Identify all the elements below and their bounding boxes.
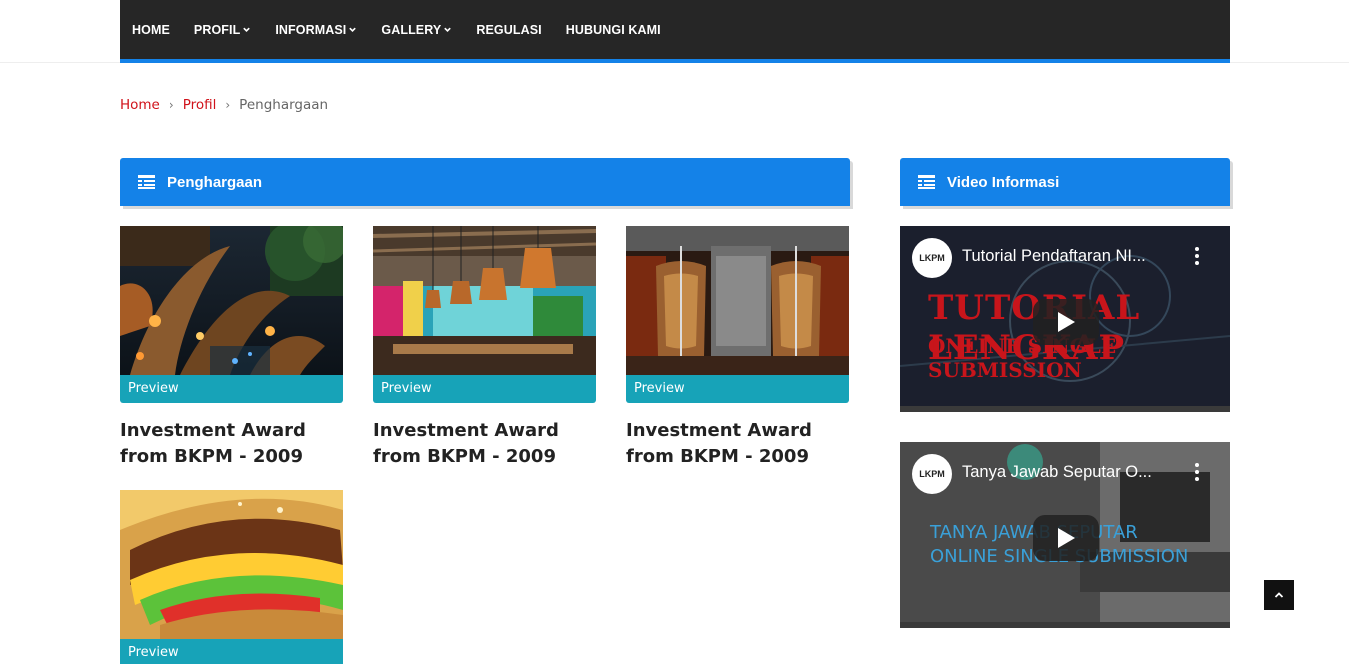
list-icon bbox=[138, 175, 155, 189]
gallery-card[interactable]: Preview Investment Award from BKPM - 200… bbox=[373, 226, 596, 470]
breadcrumb-current: Penghargaan bbox=[239, 97, 329, 113]
nav-hubungi-kami-label: HUBUNGI KAMI bbox=[565, 22, 661, 37]
nav-home[interactable]: HOME bbox=[132, 23, 170, 37]
gallery-thumbnail[interactable] bbox=[373, 226, 596, 375]
gallery-card[interactable]: Preview bbox=[120, 490, 343, 664]
play-icon bbox=[1058, 528, 1075, 548]
section-header-video: Video Informasi bbox=[900, 158, 1230, 206]
gallery-thumbnail[interactable] bbox=[120, 490, 343, 639]
channel-avatar[interactable]: LKPM bbox=[912, 454, 952, 494]
list-icon bbox=[918, 175, 935, 189]
play-button[interactable] bbox=[1033, 515, 1099, 561]
gallery-card[interactable]: Preview Investment Award from BKPM - 200… bbox=[120, 226, 343, 470]
chevron-down-icon bbox=[444, 27, 452, 32]
section-header-penghargaan: Penghargaan bbox=[120, 158, 850, 206]
more-vertical-icon[interactable] bbox=[1194, 462, 1200, 482]
main-navbar: HOME PROFIL INFORMASI GALLERY REGULASI H… bbox=[120, 0, 1230, 63]
nav-list: HOME PROFIL INFORMASI GALLERY REGULASI H… bbox=[120, 0, 1230, 59]
video-progress-strip bbox=[900, 622, 1230, 628]
nav-profil-label: PROFIL bbox=[193, 22, 241, 37]
play-button[interactable] bbox=[1033, 299, 1099, 345]
chevron-down-icon bbox=[349, 27, 357, 32]
breadcrumb-profil[interactable]: Profil bbox=[183, 97, 217, 113]
breadcrumb: Home › Profil › Penghargaan bbox=[120, 97, 328, 113]
video-progress-strip bbox=[900, 406, 1230, 412]
card-title[interactable]: Investment Award from BKPM - 2009 bbox=[626, 418, 849, 470]
more-vertical-icon[interactable] bbox=[1194, 246, 1200, 266]
nav-regulasi-label: REGULASI bbox=[476, 22, 542, 37]
nav-informasi[interactable]: INFORMASI bbox=[275, 23, 357, 37]
gallery-thumbnail[interactable] bbox=[120, 226, 343, 375]
preview-button[interactable]: Preview bbox=[120, 375, 343, 403]
preview-button[interactable]: Preview bbox=[373, 375, 596, 403]
back-to-top-button[interactable] bbox=[1264, 580, 1294, 610]
nav-hubungi-kami[interactable]: HUBUNGI KAMI bbox=[566, 23, 661, 37]
chevron-up-icon bbox=[1274, 592, 1284, 598]
breadcrumb-home[interactable]: Home bbox=[120, 97, 160, 113]
nav-gallery-label: GALLERY bbox=[381, 22, 442, 37]
card-title[interactable]: Investment Award from BKPM - 2009 bbox=[120, 418, 343, 470]
nav-informasi-label: INFORMASI bbox=[275, 22, 347, 37]
breadcrumb-separator: › bbox=[225, 98, 231, 112]
gallery-thumbnail[interactable] bbox=[626, 226, 849, 375]
section-title: Penghargaan bbox=[167, 173, 263, 191]
section-title: Video Informasi bbox=[947, 173, 1060, 191]
gallery-card[interactable]: Preview Investment Award from BKPM - 200… bbox=[626, 226, 849, 470]
video-embed[interactable]: TUTORIAL LENGKAP ONLINE SINGLE SUBMISSIO… bbox=[900, 226, 1230, 412]
video-title[interactable]: Tanya Jawab Seputar O... bbox=[962, 463, 1167, 482]
video-embed[interactable]: TANYA JAWAB SEPUTAR ONLINE SINGLE SUBMIS… bbox=[900, 442, 1230, 628]
preview-button[interactable]: Preview bbox=[626, 375, 849, 403]
preview-button[interactable]: Preview bbox=[120, 639, 343, 664]
channel-avatar[interactable]: LKPM bbox=[912, 238, 952, 278]
card-title[interactable]: Investment Award from BKPM - 2009 bbox=[373, 418, 596, 470]
chevron-down-icon bbox=[243, 27, 251, 32]
nav-regulasi[interactable]: REGULASI bbox=[476, 23, 541, 37]
breadcrumb-separator: › bbox=[168, 98, 174, 112]
play-icon bbox=[1058, 312, 1075, 332]
nav-home-label: HOME bbox=[132, 22, 170, 37]
video-title[interactable]: Tutorial Pendaftaran NI... bbox=[962, 247, 1167, 266]
nav-gallery[interactable]: GALLERY bbox=[381, 23, 452, 37]
nav-profil[interactable]: PROFIL bbox=[194, 23, 251, 37]
